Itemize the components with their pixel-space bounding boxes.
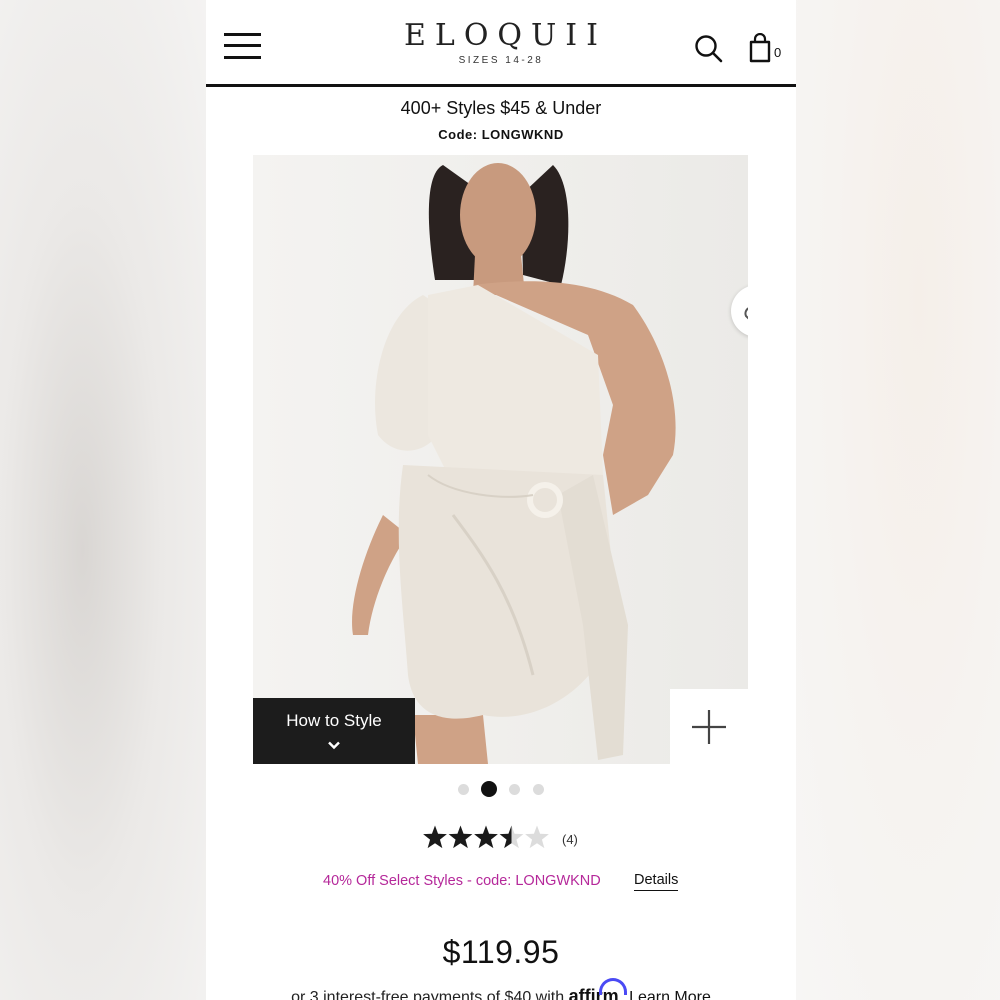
- plus-icon: [692, 710, 726, 744]
- learn-more-link[interactable]: Learn More: [629, 989, 711, 1000]
- promo-title[interactable]: 400+ Styles $45 & Under: [206, 98, 796, 119]
- mobile-page: ELOQUII SIZES 14-28 0 400+ Styles $45 & …: [206, 0, 796, 1000]
- how-to-style-button[interactable]: How to Style: [253, 698, 415, 764]
- promo-code: Code: LONGWKND: [438, 127, 564, 142]
- background-right: [796, 0, 1000, 1000]
- star-icon: [499, 825, 524, 849]
- product-photo-illustration: [352, 163, 676, 764]
- how-to-style-label: How to Style: [286, 711, 382, 730]
- star-icon: [474, 825, 498, 849]
- installments-prefix: or 3 interest-free payments of $40 with: [291, 989, 565, 1000]
- star-icon: [423, 825, 447, 849]
- offer-details-link[interactable]: Details: [634, 872, 679, 891]
- site-header: ELOQUII SIZES 14-28 0: [206, 0, 796, 84]
- zoom-button[interactable]: [670, 689, 748, 764]
- star-icon: [448, 825, 473, 849]
- product-image[interactable]: [253, 155, 748, 764]
- carousel-dot-1[interactable]: [458, 784, 469, 795]
- chevron-down-icon: [328, 741, 340, 750]
- installments-text: or 3 interest-free payments of $40 with …: [206, 978, 796, 1000]
- background-left: [0, 0, 206, 1000]
- carousel-dot-2[interactable]: [481, 781, 497, 797]
- affirm-logo: affirm: [569, 978, 627, 1000]
- heart-icon: [744, 307, 748, 320]
- review-count[interactable]: (4): [562, 832, 578, 847]
- carousel-dot-4[interactable]: [533, 784, 544, 795]
- product-price: $119.95: [442, 934, 560, 970]
- shopping-bag-icon[interactable]: [748, 32, 772, 63]
- offer-text: 40% Off Select Styles - code: LONGWKND: [323, 873, 601, 889]
- star-rating[interactable]: [422, 824, 550, 852]
- header-divider: [206, 84, 796, 87]
- cart-count: 0: [774, 45, 782, 60]
- carousel-dot-3[interactable]: [509, 784, 520, 795]
- star-icon: [525, 825, 549, 849]
- search-icon[interactable]: [694, 34, 724, 64]
